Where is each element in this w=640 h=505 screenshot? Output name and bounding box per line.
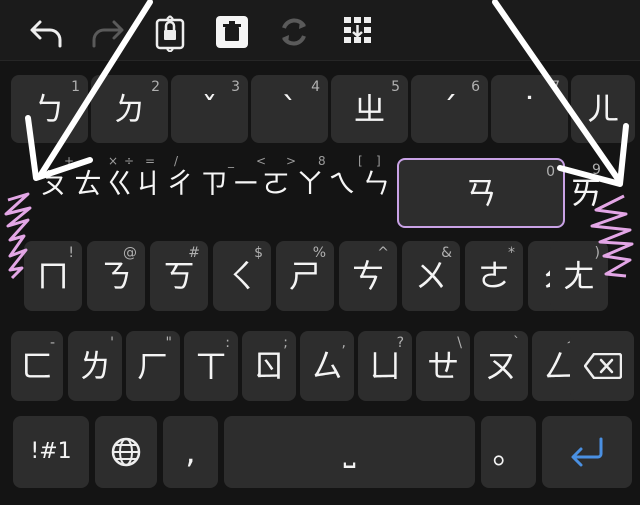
key-ri[interactable]: ; ㄖ: [242, 331, 296, 401]
key-ci[interactable]: ^ ㄘ: [339, 241, 397, 311]
key-an-highlighted[interactable]: 0ㄢ: [397, 158, 565, 228]
key-label: ㄌ: [78, 347, 111, 385]
overlay-key-en[interactable]: ㄣ: [362, 164, 390, 204]
overlay-key-te[interactable]: ㄊ: [74, 164, 102, 204]
key-label: 。: [492, 433, 525, 471]
overlay-key-zi[interactable]: ㄗ: [200, 164, 228, 204]
key-label: ㄋ: [99, 257, 132, 295]
key-eh[interactable]: \ ㄝ: [416, 331, 470, 401]
key-label: ㄎ: [162, 257, 195, 295]
overlay-key-yi[interactable]: ㄧ: [232, 164, 260, 204]
keyboard-lock-icon[interactable]: [148, 10, 192, 54]
enter-icon: [571, 437, 603, 467]
overlay-key-chi[interactable]: ㄔ: [166, 164, 194, 204]
key-label: ㄅ: [33, 90, 66, 128]
keypad-icon[interactable]: [336, 10, 380, 54]
key-label: ㄘ: [351, 257, 384, 295]
key-zhi[interactable]: 5ㄓ: [331, 75, 408, 143]
key-qi[interactable]: $ ㄑ: [213, 241, 271, 311]
key-label: ㄇ: [36, 257, 69, 295]
key-yu[interactable]: ? ㄩ: [358, 331, 412, 401]
overlay-key-ji[interactable]: ㄐ: [134, 164, 162, 204]
key-label: ㄖ: [252, 347, 285, 385]
key-tone2[interactable]: 6ˊ: [411, 75, 488, 143]
key-wu[interactable]: & ㄨ: [402, 241, 460, 311]
language-key[interactable]: [95, 416, 157, 488]
space-key[interactable]: ⎵: [224, 416, 475, 488]
key-shi[interactable]: % ㄕ: [276, 241, 334, 311]
backspace-icon: [584, 353, 622, 379]
key-label: ㄡ: [484, 347, 517, 385]
keyboard-toolbar: [0, 0, 640, 61]
key-label: ˙: [521, 90, 538, 128]
key-label: ,: [185, 433, 196, 471]
period-key[interactable]: 。: [481, 416, 536, 488]
key-label: ㄏ: [136, 347, 169, 385]
key-he[interactable]: " ㄏ: [126, 331, 180, 401]
key-label: ㄉ: [113, 90, 146, 128]
key-bo[interactable]: 1ㄅ: [11, 75, 88, 143]
key-label: ㄑ: [225, 257, 258, 295]
key-er[interactable]: ㄦ: [571, 75, 635, 143]
key-label: ˇ: [201, 90, 218, 128]
symbols-key[interactable]: !#1: [13, 416, 89, 488]
overlay-key-ge[interactable]: ㄍ: [106, 164, 134, 204]
trash-icon[interactable]: [210, 10, 254, 54]
key-label: ⎵: [343, 434, 356, 469]
key-label: ㄕ: [288, 257, 321, 295]
key-e[interactable]: * ㄜ: [465, 241, 523, 311]
key-label: ㄢ: [464, 174, 497, 212]
key-tone4[interactable]: 4ˋ: [251, 75, 328, 143]
overlay-key-ei[interactable]: ㄟ: [328, 164, 356, 204]
overlay-key-po[interactable]: ㄆ: [40, 164, 68, 204]
overlay-key-o[interactable]: ㄛ: [262, 164, 290, 204]
keyboard: 1ㄅ 2ㄉ 3ˇ 4ˋ 5ㄓ 6ˊ 7 ˙ ㄦ + × ÷ = / _ < > 8…: [0, 61, 640, 505]
key-label: ㄜ: [477, 257, 510, 295]
key-ai[interactable]: 9ㄞ: [570, 158, 636, 228]
key-label: ㄞ: [570, 174, 603, 212]
key-ang[interactable]: ) ㄤ: [550, 241, 608, 311]
key-label: ㄓ: [353, 90, 386, 128]
key-label: !#1: [30, 439, 72, 464]
key-label: ㄨ: [414, 257, 447, 295]
key-tone5[interactable]: 7 ˙: [491, 75, 568, 143]
key-label: ˋ: [281, 90, 298, 128]
key-mo[interactable]: ! ㄇ: [24, 241, 82, 311]
overlay-key-a[interactable]: ㄚ: [296, 164, 324, 204]
key-ne[interactable]: @ ㄋ: [87, 241, 145, 311]
key-si[interactable]: ,ㄙ: [300, 331, 354, 401]
globe-icon: [111, 437, 141, 467]
key-label: ㄒ: [194, 347, 227, 385]
undo-icon[interactable]: [24, 10, 68, 54]
comma-key[interactable]: ,: [163, 416, 218, 488]
key-ou[interactable]: ` ㄡ: [474, 331, 528, 401]
sync-icon[interactable]: [272, 10, 316, 54]
key-label: ㄩ: [368, 347, 401, 385]
key-xi[interactable]: :ㄒ: [184, 331, 238, 401]
key-ke[interactable]: # ㄎ: [150, 241, 208, 311]
key-label: ˊ: [441, 90, 458, 128]
redo-icon[interactable]: [86, 10, 130, 54]
key-label: ㄝ: [426, 347, 459, 385]
key-label: ㄦ: [586, 90, 619, 128]
key-fo[interactable]: -ㄈ: [11, 331, 63, 401]
key-label: ㄤ: [562, 257, 595, 295]
key-tone3[interactable]: 3ˇ: [171, 75, 248, 143]
key-label: ㄈ: [20, 347, 53, 385]
key-de[interactable]: 2ㄉ: [91, 75, 168, 143]
key-le[interactable]: ' ㄌ: [68, 331, 122, 401]
key-label: ㄙ: [310, 347, 343, 385]
backspace-key[interactable]: [570, 331, 634, 401]
enter-key[interactable]: [542, 416, 632, 488]
